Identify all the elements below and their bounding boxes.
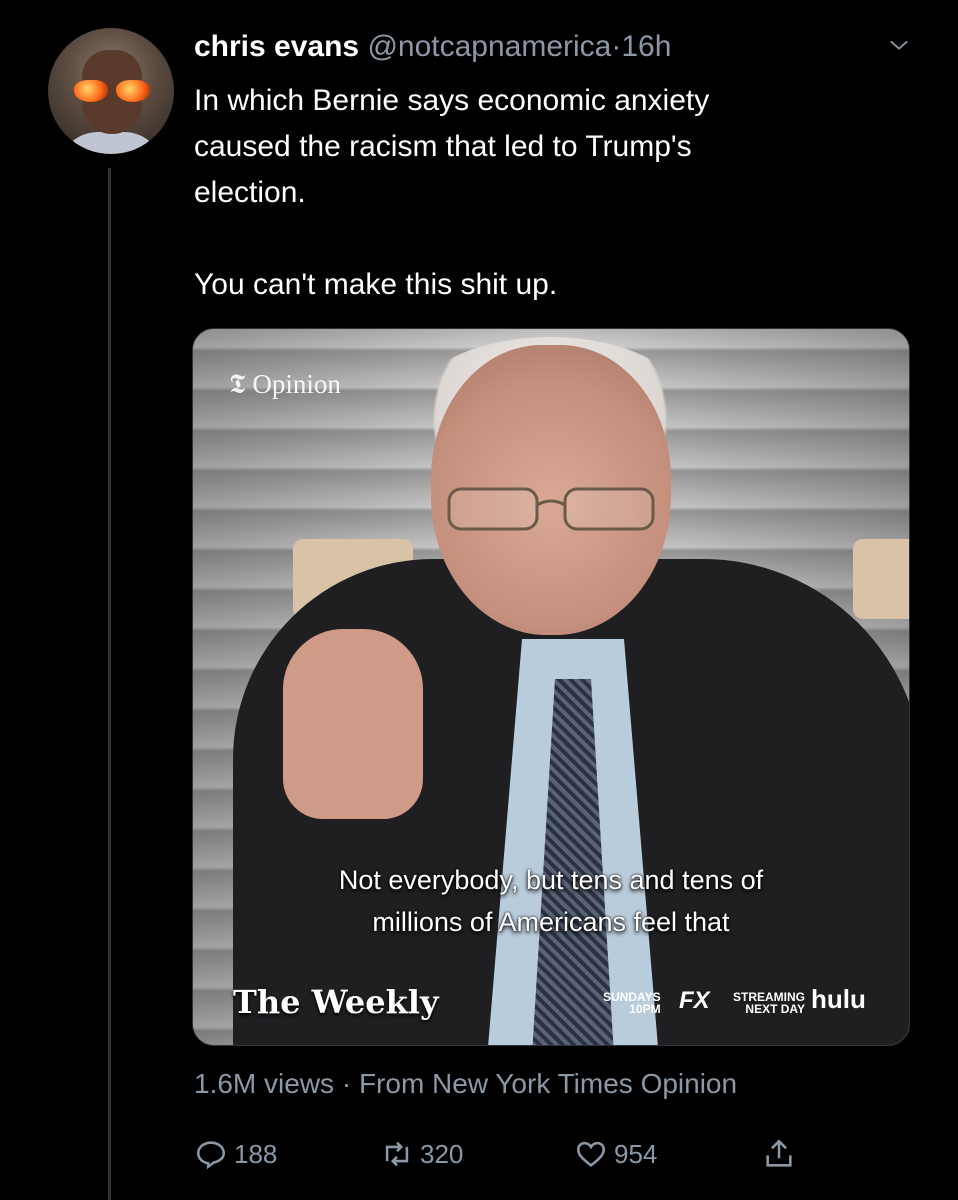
video-source[interactable]: From New York Times Opinion (359, 1068, 737, 1099)
retweet-count: 320 (420, 1138, 464, 1169)
video-caption: Not everybody, but tens and tens of mill… (193, 859, 909, 943)
tweet-text-line: caused the racism that led to Trump's (194, 130, 692, 163)
tweet-text-line: You can't make this shit up. (194, 268, 558, 301)
avatar[interactable] (48, 28, 174, 154)
share-icon (766, 1139, 792, 1167)
thread-connector-line (108, 168, 111, 1200)
tweet-text-line: election. (194, 176, 306, 209)
like-count: 954 (614, 1138, 658, 1169)
retweet-icon (385, 1141, 409, 1167)
heart-icon (576, 1141, 606, 1167)
eyeglasses-icon (447, 487, 655, 531)
chevron-down-icon[interactable] (888, 34, 910, 56)
view-count: 1.6M views (194, 1068, 335, 1099)
avatar-shirt (58, 132, 164, 154)
reply-button[interactable]: 188 (194, 1134, 277, 1174)
video-meta: 1.6M views · From New York Times Opinion (194, 1068, 737, 1100)
like-button[interactable]: 954 (574, 1134, 657, 1174)
caption-line: Not everybody, but tens and tens of (338, 865, 764, 895)
header-separator: · (611, 30, 622, 63)
tweet-text: In which Bernie says economic anxiety ca… (194, 78, 894, 308)
speaker-hand (283, 629, 423, 819)
author-handle[interactable]: @notcapnamerica (367, 30, 611, 63)
network-logo: FX (679, 987, 710, 1014)
nyt-opinion-watermark: 𝕿 Opinion (229, 369, 341, 399)
tweet-timestamp[interactable]: 16h (621, 30, 671, 63)
schedule-label: SUNDAYS 10PM (603, 990, 661, 1016)
tweet-text-line: In which Bernie says economic anxiety (194, 84, 710, 117)
meta-separator: · (341, 1068, 352, 1099)
video-player[interactable]: 𝕿 Opinion Not everybody, but tens and te… (192, 328, 910, 1046)
share-button[interactable] (762, 1134, 796, 1174)
reply-icon (196, 1141, 226, 1170)
caption-line: millions of Americans feel that (372, 907, 730, 937)
author-name[interactable]: chris evans (194, 30, 359, 63)
sunglasses-icon (74, 80, 150, 104)
reply-count: 188 (234, 1138, 278, 1169)
chair-back (853, 539, 909, 619)
streaming-label: STREAMING NEXT DAY (733, 990, 805, 1016)
nyt-logo-icon: 𝕿 (229, 369, 246, 399)
tweet-actions: 188 320 954 (194, 1134, 814, 1174)
platform-logo: hulu (811, 984, 866, 1014)
tweet-header: chris evans @notcapnamerica·16h (194, 30, 671, 64)
retweet-button[interactable]: 320 (380, 1134, 463, 1174)
show-title: The Weekly (233, 983, 439, 1021)
